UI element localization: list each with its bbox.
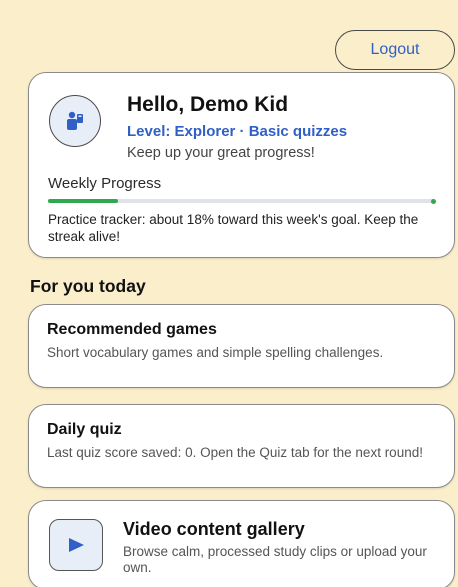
weekly-progress-label: Weekly Progress: [48, 175, 162, 192]
kid-avatar-icon: [49, 95, 101, 147]
greeting: Hello, Demo Kid: [127, 93, 289, 116]
video-gallery-description: Browse calm, processed study clips or up…: [123, 544, 427, 575]
video-gallery-card[interactable]: Video content gallery Browse calm, proce…: [28, 500, 455, 587]
recommended-games-description: Short vocabulary games and simple spelli…: [47, 345, 384, 360]
weekly-progress-bar: [48, 198, 436, 204]
recommended-games-title: Recommended games: [47, 321, 217, 338]
section-title: For you today: [30, 276, 146, 296]
home-screen: Logout Hello, Demo Kid Level: Explorer ·…: [0, 0, 458, 587]
encouragement-text: Keep up your great progress!: [127, 145, 315, 161]
play-icon: [49, 519, 103, 571]
level-text: Level: Explorer · Basic quizzes: [127, 123, 348, 140]
video-gallery-title: Video content gallery: [123, 519, 305, 539]
daily-quiz-card[interactable]: Daily quiz Last quiz score saved: 0. Ope…: [28, 404, 455, 488]
recommended-games-card[interactable]: Recommended games Short vocabulary games…: [28, 304, 455, 388]
progress-end-dot: [431, 198, 436, 204]
practice-tracker-note: Practice tracker: about 18% toward this …: [48, 212, 419, 244]
daily-quiz-title: Daily quiz: [47, 421, 122, 438]
weekly-progress-fill: [48, 199, 118, 203]
daily-quiz-description: Last quiz score saved: 0. Open the Quiz …: [47, 445, 423, 460]
logout-button[interactable]: Logout: [335, 30, 455, 70]
profile-card: Hello, Demo Kid Level: Explorer · Basic …: [28, 72, 455, 258]
